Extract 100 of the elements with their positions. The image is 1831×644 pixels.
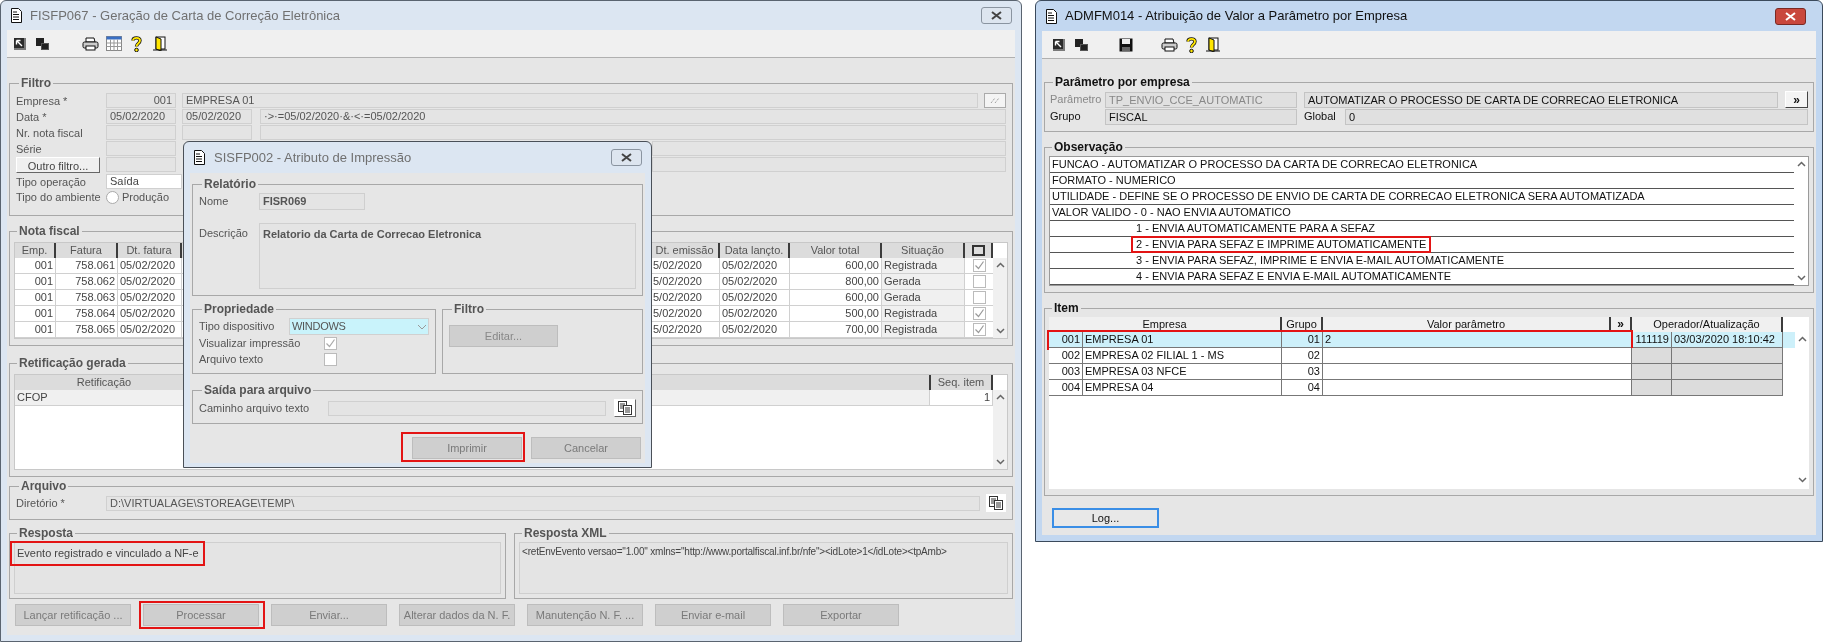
- table-cell: Registrada: [882, 322, 965, 338]
- input-field[interactable]: [652, 141, 1006, 156]
- printer-icon[interactable]: [1161, 37, 1178, 52]
- chevron-down-icon[interactable]: [995, 328, 1005, 334]
- close-button[interactable]: [611, 149, 642, 166]
- scrollbar[interactable]: [993, 390, 1007, 469]
- browse-button[interactable]: [986, 494, 1006, 512]
- table-cell: 001: [15, 274, 56, 290]
- checkbox[interactable]: [972, 291, 986, 304]
- expand-button[interactable]: »: [1785, 91, 1808, 108]
- column-header[interactable]: Operador/Atualização: [1632, 317, 1783, 332]
- printer-icon[interactable]: [82, 36, 99, 51]
- text-area[interactable]: <retEnvEvento versao="1.00" xmlns="http://www.portalfiscal.inf.br/nfe"><idLote>1</idLote><tpAmb>: [519, 542, 1008, 594]
- group-title: Resposta XML: [523, 525, 608, 542]
- arrow-icon[interactable]: [13, 36, 27, 51]
- input-field[interactable]: ·>·=05/02/2020·&·<·=05/02/2020: [260, 109, 1006, 124]
- exit-door-icon[interactable]: [1206, 37, 1220, 52]
- column-header[interactable]: Emp.: [15, 243, 56, 258]
- input-field[interactable]: FISR069: [259, 193, 365, 210]
- field-label: Empresa *: [16, 94, 69, 108]
- input-field[interactable]: EMPRESA 01: [182, 93, 978, 108]
- input-field[interactable]: [260, 125, 1006, 140]
- document-icon: [193, 149, 206, 166]
- input-field[interactable]: 0: [1345, 108, 1808, 125]
- windows-icon[interactable]: [1074, 37, 1089, 52]
- group-title: Filtro: [453, 301, 485, 318]
- input-field[interactable]: 05/02/2020: [106, 109, 176, 124]
- table-cell: Gerada: [882, 274, 965, 290]
- table-cell: 05/02/2020: [720, 258, 790, 274]
- chevron-up-icon[interactable]: [995, 394, 1005, 400]
- checkbox[interactable]: [324, 352, 337, 366]
- documents-icon: [618, 401, 632, 415]
- chevron-down-icon[interactable]: [995, 459, 1005, 465]
- group-title: Retificação gerada: [18, 355, 127, 372]
- chevron-down-icon[interactable]: [1797, 477, 1807, 483]
- list-item: 2 - ENVIA PARA SEFAZ E IMPRIME AUTOMATICAMENTE: [1136, 238, 1427, 250]
- table-cell: Registrada: [882, 258, 965, 274]
- radio-label[interactable]: Produção: [122, 189, 170, 206]
- input-field[interactable]: [182, 125, 252, 140]
- chevron-up-icon[interactable]: [1797, 336, 1807, 342]
- group-title: Filtro: [20, 75, 52, 92]
- input-field[interactable]: D:\VIRTUALAGE\STOREAGE\TEMP\: [106, 495, 980, 511]
- field-label: Diretório *: [16, 495, 66, 511]
- checkbox[interactable]: [324, 336, 337, 350]
- table-icon[interactable]: [106, 36, 122, 51]
- input-field[interactable]: AUTOMATIZAR O PROCESSO DE CARTA DE CORRECAO ELETRONICA: [1304, 91, 1778, 108]
- field-label: Grupo: [1050, 109, 1082, 125]
- list-item: 4 - ENVIA PARA SEFAZ E ENVIA E-MAIL AUTOMATICAMENTE: [1136, 270, 1451, 282]
- other-filter-button[interactable]: Outro filtro...: [16, 157, 100, 173]
- table-cell: 05/02/2020: [118, 274, 182, 290]
- input-field[interactable]: [652, 157, 1006, 172]
- group-title: Resposta: [18, 525, 75, 542]
- table-cell: [1632, 364, 1672, 380]
- radio-button[interactable]: [106, 191, 119, 204]
- chevron-up-icon[interactable]: [1796, 161, 1806, 167]
- checkbox[interactable]: [972, 259, 986, 272]
- column-header[interactable]: Situação: [882, 243, 965, 258]
- column-header[interactable]: Data lançto.: [720, 243, 790, 258]
- save-icon[interactable]: [1119, 37, 1133, 52]
- close-button[interactable]: [1775, 7, 1806, 25]
- checkbox[interactable]: [972, 275, 986, 288]
- field-label: Tipo operação: [16, 175, 87, 189]
- column-header[interactable]: Dt. emissão: [651, 243, 720, 258]
- column-header[interactable]: Fatura: [56, 243, 118, 258]
- input-field[interactable]: 05/02/2020: [182, 109, 252, 124]
- scrollbar[interactable]: [993, 258, 1007, 338]
- help-icon[interactable]: [1186, 36, 1197, 53]
- table-cell: 04: [1282, 380, 1323, 396]
- table-cell: 001: [15, 258, 56, 274]
- column-header[interactable]: Seq. item: [929, 375, 993, 390]
- window-title: SISFP002 - Atributo de Impressão: [214, 148, 412, 167]
- browse-button[interactable]: [614, 399, 636, 417]
- log-button[interactable]: Log...: [1052, 508, 1159, 528]
- exit-door-icon[interactable]: [153, 36, 167, 51]
- dropdown-field[interactable]: WINDOWS: [289, 318, 429, 335]
- table-row[interactable]: 001 EMPRESA 01 01 2 111119 03/03/2020 18:10:42: [1049, 332, 1795, 348]
- input-field[interactable]: FISCAL: [1105, 108, 1297, 125]
- arrow-icon[interactable]: [1052, 37, 1066, 52]
- chevron-up-icon[interactable]: [995, 262, 1005, 268]
- checkbox[interactable]: [972, 323, 986, 336]
- table-cell: EMPRESA 04: [1083, 380, 1282, 396]
- close-icon: [1785, 11, 1796, 21]
- dropdown-field[interactable]: Saída: [106, 174, 182, 189]
- column-header[interactable]: Valor total: [790, 243, 882, 258]
- field-label: Caminho arquivo texto: [199, 400, 311, 416]
- field-label: Visualizar impressão: [199, 335, 302, 351]
- column-header[interactable]: [965, 243, 993, 258]
- list-item: FORMATO - NUMERICO: [1052, 174, 1176, 186]
- checkbox[interactable]: [972, 307, 986, 320]
- field-label: Data *: [16, 110, 48, 124]
- column-header[interactable]: Dt. fatura: [118, 243, 182, 258]
- chevron-down-icon: [416, 322, 428, 331]
- chevron-down-icon[interactable]: [1796, 275, 1806, 281]
- text-area[interactable]: Relatorio da Carta de Correcao Eletronica: [259, 223, 636, 289]
- help-icon[interactable]: [131, 35, 142, 52]
- table-cell: 05/02/2020: [720, 290, 790, 306]
- input-field[interactable]: 001: [106, 93, 176, 108]
- windows-icon[interactable]: [35, 36, 50, 51]
- close-button[interactable]: [981, 7, 1012, 24]
- group-title: Relatório: [203, 176, 257, 193]
